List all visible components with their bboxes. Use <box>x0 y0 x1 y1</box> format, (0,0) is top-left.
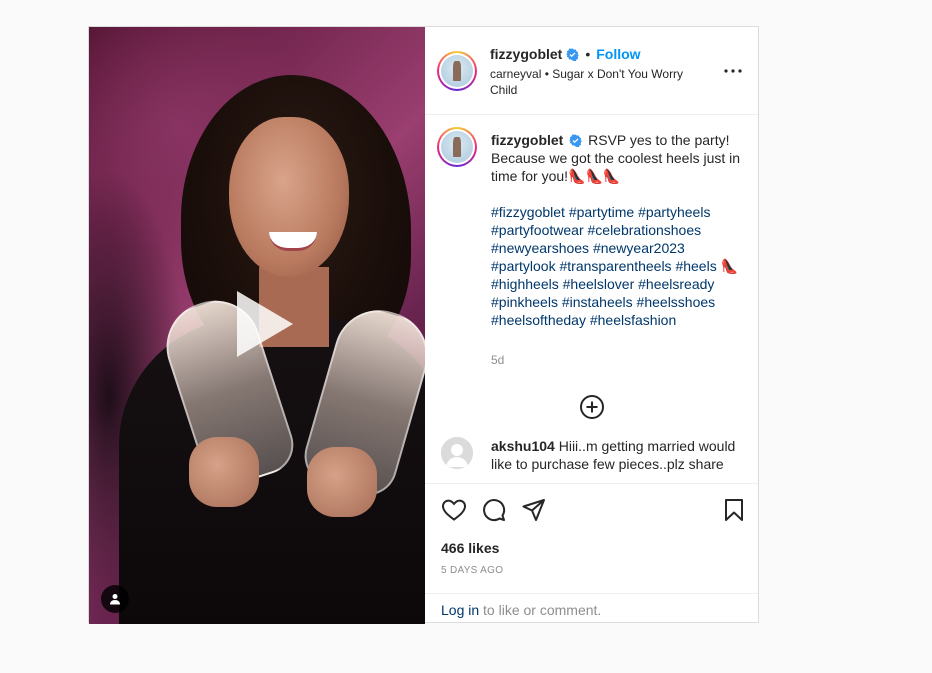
login-prompt-text: to like or comment. <box>479 602 602 618</box>
header-separator: • <box>585 46 591 62</box>
caption-avatar[interactable] <box>437 127 477 167</box>
caption-hashtags: #fizzygoblet #partytime #partyheels #par… <box>491 203 741 329</box>
caption-username[interactable]: fizzygoblet <box>491 132 563 148</box>
model-face <box>229 117 349 277</box>
hashtag-link[interactable]: #newyearshoes <box>491 240 589 256</box>
comments-area[interactable]: fizzygoblet RSVP yes to the party! Becau… <box>425 115 758 483</box>
caption-timestamp[interactable]: 5d <box>491 353 504 367</box>
user-tag-icon[interactable] <box>101 585 129 613</box>
hashtag-link[interactable]: #partyfootwear <box>491 222 584 238</box>
audio-separator: • <box>544 67 549 81</box>
login-prompt: Log in to like or comment. <box>425 593 758 624</box>
hashtag-link[interactable]: #transparentheels <box>559 258 671 274</box>
post-caption: fizzygoblet RSVP yes to the party! Becau… <box>491 131 741 329</box>
bookmark-icon[interactable] <box>721 497 747 523</box>
share-icon[interactable] <box>521 497 547 523</box>
heel-emoji: 👠 <box>720 258 739 274</box>
audio-artist[interactable]: carneyval <box>490 67 541 81</box>
post-side-panel: fizzygoblet • Follow carneyval • Sugar x… <box>425 27 758 622</box>
hashtag-link[interactable]: #heels <box>675 258 716 274</box>
hashtag-link[interactable]: #highheels <box>491 276 559 292</box>
comment-item: akshu104 Hiii..m getting married would l… <box>441 435 751 481</box>
hashtag-link[interactable]: #heelsoftheday <box>491 312 586 328</box>
author-username[interactable]: fizzygoblet <box>490 46 562 62</box>
hashtag-link[interactable]: #heelsshoes <box>637 294 716 310</box>
follow-button[interactable]: Follow <box>596 46 640 62</box>
post-header: fizzygoblet • Follow carneyval • Sugar x… <box>425 27 758 115</box>
login-link[interactable]: Log in <box>441 602 479 618</box>
hashtag-link[interactable]: #celebrationshoes <box>588 222 702 238</box>
hashtag-link[interactable]: #pinkheels <box>491 294 558 310</box>
post-card: fizzygoblet • Follow carneyval • Sugar x… <box>88 26 759 624</box>
hashtag-link[interactable]: #newyear2023 <box>593 240 685 256</box>
author-row: fizzygoblet • Follow <box>490 46 641 62</box>
hashtag-link[interactable]: #partylook <box>491 258 556 274</box>
post-timestamp[interactable]: 5 DAYS AGO <box>441 565 503 576</box>
hand-left <box>189 437 259 507</box>
author-avatar[interactable] <box>437 51 477 91</box>
verified-icon <box>566 47 580 61</box>
commenter-avatar[interactable] <box>441 437 473 469</box>
hashtag-link[interactable]: #heelslover <box>563 276 635 292</box>
more-icon[interactable] <box>721 59 745 83</box>
play-icon[interactable] <box>229 289 299 359</box>
verified-icon <box>569 134 582 147</box>
audio-info[interactable]: carneyval • Sugar x Don't You Worry Chil… <box>490 66 700 98</box>
action-section: 466 likes 5 DAYS AGO <box>425 483 758 594</box>
add-comment-icon[interactable] <box>579 394 605 420</box>
commenter-username[interactable]: akshu104 <box>491 438 555 454</box>
likes-count[interactable]: 466 likes <box>441 540 499 556</box>
comment-icon[interactable] <box>481 497 507 523</box>
comment-body: akshu104 Hiii..m getting married would l… <box>491 437 741 473</box>
hashtag-link[interactable]: #partyheels <box>638 204 710 220</box>
hand-right <box>307 447 377 517</box>
heart-icon[interactable] <box>441 497 467 523</box>
hashtag-link[interactable]: #heelsready <box>638 276 714 292</box>
post-video[interactable] <box>89 27 425 624</box>
hashtag-link[interactable]: #instaheels <box>562 294 633 310</box>
hashtag-link[interactable]: #fizzygoblet <box>491 204 565 220</box>
hashtag-link[interactable]: #partytime <box>569 204 634 220</box>
hashtag-link[interactable]: #heelsfashion <box>590 312 676 328</box>
